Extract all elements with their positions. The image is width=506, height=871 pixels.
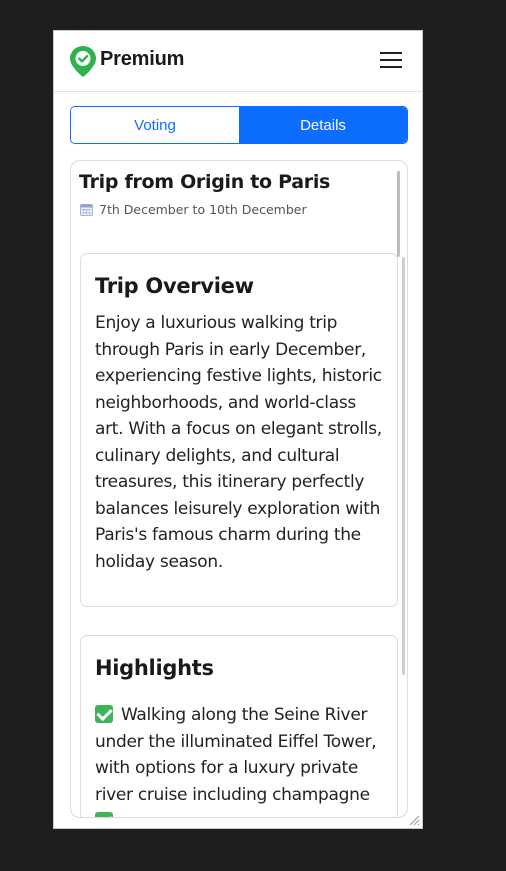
scrollbar-thumb[interactable] <box>397 171 400 257</box>
highlight-item-text: Walking along the Seine River under the … <box>95 705 377 805</box>
highlight-item: Walking along the Seine River under the … <box>95 702 387 808</box>
resize-grip-icon[interactable] <box>408 814 420 826</box>
view-tabs: Voting Details <box>70 106 408 144</box>
app-window: Premium Voting Details Trip from Origin … <box>53 30 423 829</box>
highlights-section: Highlights Walking along the Seine River… <box>80 635 398 817</box>
trip-title: Trip from Origin to Paris <box>79 171 331 193</box>
trip-dates-text: 7th December to 10th December <box>99 202 307 217</box>
calendar-icon <box>80 204 93 216</box>
tab-voting[interactable]: Voting <box>71 107 239 143</box>
hamburger-menu-icon[interactable] <box>378 52 404 72</box>
tab-details[interactable]: Details <box>239 107 407 143</box>
top-navbar: Premium <box>54 31 422 92</box>
check-mark-icon <box>95 812 113 817</box>
trip-details-card[interactable]: Trip from Origin to Paris 7th December t… <box>70 160 408 818</box>
location-pin-check-icon <box>70 46 96 77</box>
section-title-highlights: Highlights <box>95 656 214 680</box>
scrollbar-track-segment[interactable] <box>402 257 405 675</box>
trip-dates: 7th December to 10th December <box>80 202 307 217</box>
check-mark-icon <box>95 705 113 723</box>
overview-body: Enjoy a luxurious walking trip through P… <box>95 313 382 572</box>
trip-overview-section: Trip Overview Enjoy a luxurious walking … <box>80 253 398 607</box>
brand-name[interactable]: Premium <box>100 48 184 71</box>
section-title-overview: Trip Overview <box>95 274 254 298</box>
